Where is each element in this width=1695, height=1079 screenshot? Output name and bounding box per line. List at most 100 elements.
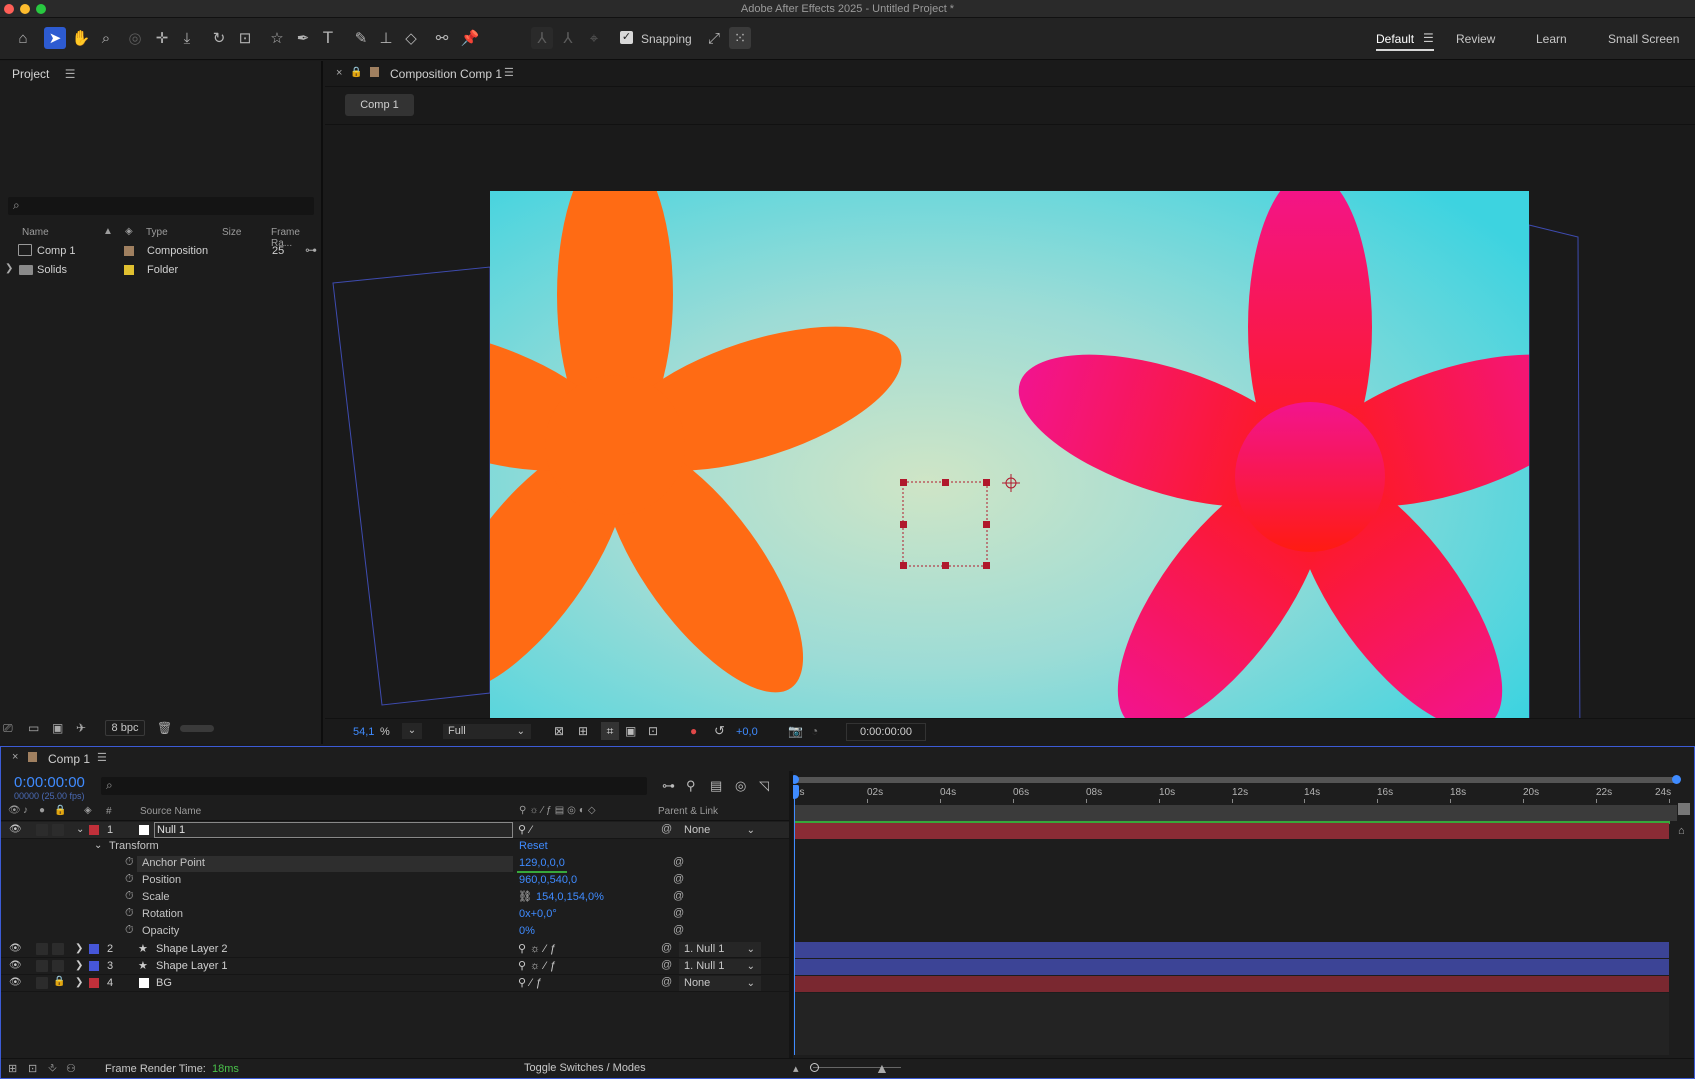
local-axis-mode-icon[interactable]: ⅄ <box>531 27 553 49</box>
trash-icon[interactable]: 🗑 <box>157 721 172 735</box>
snapping-checkbox[interactable]: ✓ <box>620 31 633 44</box>
viewer-timecode[interactable]: 0:00:00:00 <box>846 723 926 741</box>
show-snapshot-icon[interactable]: ◔ <box>811 724 818 738</box>
close-window-button[interactable] <box>4 4 14 14</box>
opacity-value[interactable]: 0% <box>519 925 535 937</box>
layer-row-shape-layer-1[interactable]: 👁 ❯ 3 ★ Shape Layer 1 ⚲☼⁄ƒ @ 1. Null 1 ⌄ <box>1 958 789 975</box>
layer-bar-bg[interactable] <box>794 976 1669 992</box>
expand-chevron-icon[interactable]: ❯ <box>5 263 13 274</box>
solo-switch[interactable] <box>36 977 48 989</box>
layer-row-bg[interactable]: 👁 🔒 ❯ 4 BG ⚲⁄ƒ @ None ⌄ <box>1 975 789 992</box>
zoom-value[interactable]: 54,1 <box>353 726 374 738</box>
panel-menu-icon[interactable]: ☰ <box>504 66 514 79</box>
column-name[interactable]: Name <box>22 227 49 238</box>
video-switch-header-icon[interactable]: 👁 <box>8 805 21 816</box>
new-composition-icon[interactable]: ▣ <box>52 721 63 735</box>
collapse-chevron-icon[interactable]: ⌄ <box>76 824 84 835</box>
expand-chevron-icon[interactable]: ❯ <box>75 960 83 971</box>
expression-pickwhip-icon[interactable]: @ <box>673 907 684 919</box>
timeline-search-input[interactable]: ⌕ <box>101 777 647 795</box>
eye-icon[interactable]: 👁 <box>9 943 22 954</box>
lock-switch[interactable] <box>52 943 64 955</box>
stopwatch-icon[interactable]: ⏱ <box>125 907 134 920</box>
workspace-menu-icon[interactable]: ☰ <box>1423 31 1434 45</box>
lock-header-icon[interactable]: 🔒 <box>54 805 66 816</box>
stopwatch-icon[interactable]: ⏱ <box>125 924 134 937</box>
pen-tool-icon[interactable]: ✒ <box>292 27 314 49</box>
workspace-review[interactable]: Review <box>1456 32 1495 46</box>
comp-end-marker[interactable] <box>1678 803 1690 815</box>
snap-feature-icon[interactable]: ⁙ <box>729 27 751 49</box>
shy-layers-icon[interactable]: ⚲ <box>686 778 696 794</box>
zoom-in-mountain-icon[interactable]: ▲ <box>875 1060 889 1076</box>
solo-header-icon[interactable]: ● <box>39 805 45 816</box>
project-item-solids[interactable]: ❯ Solids Folder <box>0 261 321 279</box>
solo-switch[interactable] <box>36 960 48 972</box>
column-type[interactable]: Type <box>146 227 168 238</box>
comp-flowchart-icon[interactable]: ⊶ <box>662 778 675 794</box>
transform-reset-link[interactable]: Reset <box>519 840 548 852</box>
parent-dropdown[interactable]: None ⌄ <box>679 976 761 991</box>
transfer-controls-pane-icon[interactable]: ⊡ <box>28 1062 37 1075</box>
brush-tool-icon[interactable]: ✎ <box>350 27 372 49</box>
motion-blur-icon[interactable]: ◎ <box>735 778 746 794</box>
bit-depth-button[interactable]: 8 bpc <box>105 720 145 736</box>
close-tab-icon[interactable]: × <box>12 751 18 763</box>
eye-icon[interactable]: 👁 <box>9 824 22 835</box>
constrain-proportions-link-icon[interactable]: ⛓ <box>518 890 532 903</box>
column-source-name[interactable]: Source Name <box>140 806 201 817</box>
parent-dropdown[interactable]: 1. Null 1 ⌄ <box>679 942 761 957</box>
resolution-dropdown[interactable]: Full ⌄ <box>443 724 531 739</box>
pan-camera-tool-icon[interactable]: ✛ <box>151 27 173 49</box>
pickwhip-icon[interactable]: @ <box>661 976 672 988</box>
zoom-out-mountain-icon[interactable]: ▴ <box>793 1062 799 1075</box>
project-item-comp-1[interactable]: Comp 1 Composition 25 ⊶ <box>0 242 321 260</box>
clone-stamp-tool-icon[interactable]: ⊥ <box>375 27 397 49</box>
type-tool-icon[interactable]: T <box>317 27 339 49</box>
column-number[interactable]: # <box>106 806 112 817</box>
label-tag-icon[interactable]: ◈ <box>125 226 133 237</box>
world-axis-mode-icon[interactable]: ⅄ <box>557 27 579 49</box>
layer-switches[interactable]: ⚲⁄ <box>518 823 536 836</box>
comp-breadcrumb-chip[interactable]: Comp 1 <box>345 94 414 116</box>
pan-behind-tool-icon[interactable]: ⊡ <box>234 27 256 49</box>
layer-bar-null-1[interactable] <box>794 823 1669 839</box>
render-time-pane-icon[interactable]: ⚇ <box>66 1062 76 1075</box>
panel-menu-icon[interactable]: ☰ <box>97 751 107 764</box>
time-ruler[interactable]: 0s 02s 04s 06s 08s 10s 12s 14s 16s 18s 20s 22s 24s <box>794 787 1677 803</box>
view-axis-mode-icon[interactable]: ⌖ <box>583 27 605 49</box>
label-header-icon[interactable]: ◈ <box>84 805 92 816</box>
new-folder-icon[interactable]: ▭ <box>28 721 39 735</box>
layer-label-chip[interactable] <box>89 978 99 988</box>
viewer-tab-title[interactable]: Composition Comp 1 <box>390 67 502 81</box>
timeline-tab-title[interactable]: Comp 1 <box>48 752 90 766</box>
work-area-end-handle[interactable] <box>1672 775 1681 784</box>
transparency-grid-icon[interactable]: ⊞ <box>578 724 588 738</box>
pickwhip-icon[interactable]: @ <box>661 823 672 835</box>
eraser-tool-icon[interactable]: ◇ <box>400 27 422 49</box>
position-value[interactable]: 960,0,540,0 <box>519 874 577 886</box>
frame-blending-icon[interactable]: ▤ <box>710 778 722 794</box>
switches-header-icon[interactable]: ⚲☼⁄ƒ▤◎◐◇ <box>519 805 599 816</box>
project-panel-title[interactable]: Project <box>12 67 49 81</box>
comp-marker-bin-icon[interactable]: ⌂ <box>1678 825 1685 837</box>
eye-icon[interactable]: 👁 <box>9 977 22 988</box>
solo-switch[interactable] <box>36 824 48 836</box>
scale-value[interactable]: 154,0,154,0% <box>536 891 604 903</box>
column-parent-link[interactable]: Parent & Link <box>658 806 718 817</box>
fast-previews-icon[interactable]: ⊠ <box>554 724 564 738</box>
project-search-input[interactable]: ⌕ <box>8 197 314 215</box>
puppet-pin-tool-icon[interactable]: 📌 <box>459 27 481 49</box>
workspace-small-screen[interactable]: Small Screen <box>1608 32 1679 46</box>
selection-tool-icon[interactable]: ➤ <box>44 27 66 49</box>
exposure-value[interactable]: +0,0 <box>736 726 758 738</box>
transform-group-label[interactable]: Transform <box>109 840 159 852</box>
layer-name[interactable]: BG <box>156 977 172 989</box>
layer-label-chip[interactable] <box>89 944 99 954</box>
stopwatch-icon[interactable]: ⏱ <box>125 856 134 869</box>
hand-tool-icon[interactable]: ✋ <box>70 27 92 49</box>
solo-switch[interactable] <box>36 943 48 955</box>
home-icon[interactable]: ⌂ <box>12 27 34 49</box>
layer-row-shape-layer-2[interactable]: 👁 ❯ 2 ★ Shape Layer 2 ⚲☼⁄ƒ @ 1. Null 1 ⌄ <box>1 941 789 958</box>
lock-switch[interactable] <box>52 960 64 972</box>
